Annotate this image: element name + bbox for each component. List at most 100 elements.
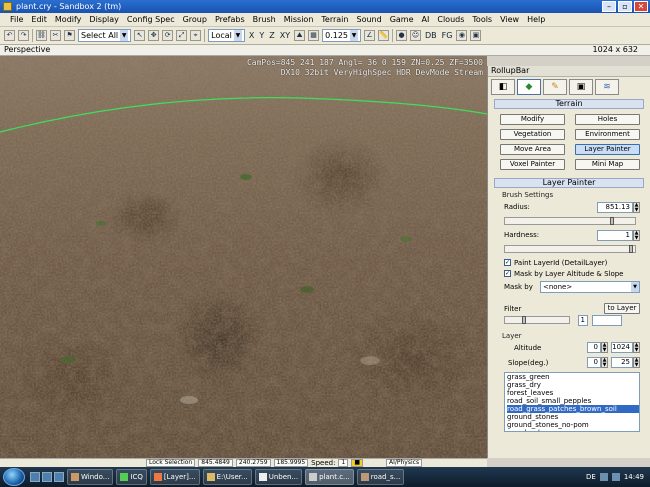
link-icon[interactable]: ⛓ bbox=[36, 30, 47, 41]
menu-tools[interactable]: Tools bbox=[468, 15, 496, 24]
tab-display[interactable]: ▣ bbox=[569, 79, 593, 95]
axis-x-button[interactable]: X bbox=[248, 31, 255, 40]
filter-icon[interactable]: ⚑ bbox=[64, 30, 75, 41]
move-area-button[interactable]: Move Area bbox=[500, 144, 565, 155]
explorer-icon[interactable] bbox=[54, 472, 64, 482]
holes-button[interactable]: Holes bbox=[575, 114, 640, 125]
terrain-snap-icon[interactable]: ⛰ bbox=[294, 30, 306, 41]
menu-mission[interactable]: Mission bbox=[280, 15, 318, 24]
menu-prefabs[interactable]: Prefabs bbox=[211, 15, 249, 24]
grid-icon[interactable]: ▦ bbox=[308, 30, 320, 41]
mask-altitude-checkbox-row[interactable]: ✓ Mask by Layer Altitude & Slope bbox=[488, 268, 650, 279]
menu-help[interactable]: Help bbox=[523, 15, 549, 24]
to-layer-button[interactable]: to Layer bbox=[604, 303, 640, 314]
select-filter-dropdown[interactable]: Select All ▼ bbox=[78, 29, 132, 42]
slider-thumb[interactable] bbox=[522, 316, 526, 324]
browser-icon[interactable] bbox=[42, 472, 52, 482]
menu-edit[interactable]: Edit bbox=[27, 15, 51, 24]
slope-min-spinner[interactable]: ▲ ▼ bbox=[601, 357, 608, 368]
list-item[interactable]: road_soil_small_pepples bbox=[507, 397, 639, 405]
hardness-slider[interactable] bbox=[504, 245, 636, 253]
list-item[interactable]: ground_stones_no-pom bbox=[507, 421, 639, 429]
task-sandbox[interactable]: plant.c... bbox=[305, 469, 354, 485]
task-icq[interactable]: ICQ bbox=[116, 469, 147, 485]
hardness-spinner[interactable]: ▲ ▼ bbox=[633, 229, 640, 241]
menu-file[interactable]: File bbox=[6, 15, 27, 24]
snap-icon[interactable]: ⌖ bbox=[190, 30, 202, 41]
menu-group[interactable]: Group bbox=[179, 15, 211, 24]
menu-ai[interactable]: AI bbox=[418, 15, 434, 24]
layer-painter-section-header[interactable]: Layer Painter bbox=[494, 178, 644, 188]
menu-view[interactable]: View bbox=[496, 15, 523, 24]
slider-thumb[interactable] bbox=[629, 245, 633, 253]
db-button[interactable]: DB bbox=[424, 31, 438, 40]
move-icon[interactable]: ✥ bbox=[148, 30, 160, 41]
mask-altitude-checkbox[interactable]: ✓ bbox=[504, 270, 511, 277]
x-coordinate[interactable]: 845.4849 bbox=[198, 459, 233, 467]
slope-min-input[interactable]: 0 bbox=[587, 357, 601, 368]
rotate-icon[interactable]: ⟳ bbox=[162, 30, 174, 41]
paint-layer-checkbox-row[interactable]: ✓ Paint LayerId (DetailLayer) bbox=[488, 257, 650, 268]
terrain-section-header[interactable]: Terrain bbox=[494, 99, 644, 109]
lock-selection-button[interactable]: Lock Selection bbox=[146, 459, 196, 467]
axis-xy-button[interactable]: XY bbox=[279, 31, 291, 40]
voxel-painter-button[interactable]: Voxel Painter bbox=[500, 159, 565, 170]
radius-spinner[interactable]: ▲ ▼ bbox=[633, 201, 640, 213]
filter-slider[interactable] bbox=[504, 316, 570, 324]
volume-icon[interactable] bbox=[611, 473, 620, 481]
layer-painter-button[interactable]: Layer Painter bbox=[575, 144, 640, 155]
filter-color-box[interactable] bbox=[592, 314, 622, 326]
list-item[interactable]: pepples_brown bbox=[507, 429, 639, 431]
axis-z-button[interactable]: Z bbox=[268, 31, 275, 40]
minimize-button[interactable]: – bbox=[602, 1, 616, 12]
list-item[interactable]: grass_green bbox=[507, 373, 639, 381]
z-coordinate[interactable]: 185.9995 bbox=[273, 459, 309, 467]
menu-modify[interactable]: Modify bbox=[51, 15, 86, 24]
tab-layers[interactable]: ≋ bbox=[595, 79, 619, 95]
altitude-max-spinner[interactable]: ▲ ▼ bbox=[633, 342, 640, 353]
tab-terrain[interactable]: ◆ bbox=[517, 79, 541, 95]
select-arrow-icon[interactable]: ↖ bbox=[134, 30, 146, 41]
hardness-input[interactable]: 1 bbox=[597, 229, 633, 241]
slope-max-spinner[interactable]: ▲ ▼ bbox=[633, 357, 640, 368]
camera-icon[interactable]: ▣ bbox=[470, 30, 482, 41]
unlink-icon[interactable]: ✂ bbox=[50, 30, 61, 41]
scale-icon[interactable]: ⤢ bbox=[176, 30, 188, 41]
vegetation-button[interactable]: Vegetation bbox=[500, 129, 565, 140]
network-icon[interactable] bbox=[599, 473, 608, 481]
task-explorer[interactable]: E:\User... bbox=[202, 469, 252, 485]
task-layer[interactable]: [Layer]... bbox=[149, 469, 200, 485]
mini-map-button[interactable]: Mini Map bbox=[575, 159, 640, 170]
fg-button[interactable]: FG bbox=[441, 31, 454, 40]
record-icon[interactable]: ◉ bbox=[456, 30, 468, 41]
angle-snap-icon[interactable]: ∠ bbox=[364, 30, 376, 41]
menu-display[interactable]: Display bbox=[85, 15, 123, 24]
radius-slider[interactable] bbox=[504, 217, 636, 225]
start-button[interactable] bbox=[3, 468, 25, 486]
menu-config-spec[interactable]: Config Spec bbox=[123, 15, 179, 24]
perspective-viewport[interactable]: CamPos=845 241 187 Angl= 36 0 159 ZN=0.2… bbox=[0, 56, 487, 458]
tab-modelling[interactable]: ✎ bbox=[543, 79, 567, 95]
y-coordinate[interactable]: 240.2759 bbox=[235, 459, 271, 467]
speed-input[interactable]: 1 bbox=[338, 459, 349, 467]
close-button[interactable]: ✕ bbox=[634, 1, 648, 12]
altitude-max-input[interactable]: 1024 bbox=[611, 342, 633, 353]
show-desktop-icon[interactable] bbox=[30, 472, 40, 482]
task-windows[interactable]: Windo... bbox=[67, 469, 114, 485]
redo-icon[interactable]: ↷ bbox=[18, 30, 29, 41]
menu-game[interactable]: Game bbox=[386, 15, 418, 24]
tab-objects[interactable]: ◧ bbox=[491, 79, 515, 95]
ai-physics-button[interactable]: AI/Physics bbox=[385, 459, 423, 467]
axis-y-button[interactable]: Y bbox=[258, 31, 265, 40]
layer-list[interactable]: grass_green grass_dry forest_leaves road… bbox=[504, 372, 640, 432]
undo-icon[interactable]: ↶ bbox=[4, 30, 15, 41]
ai-icon[interactable]: ☺ bbox=[410, 30, 422, 41]
ruler-icon[interactable]: 📏 bbox=[378, 30, 390, 41]
list-item[interactable]: forest_leaves bbox=[507, 389, 639, 397]
lock-icon[interactable]: ■ bbox=[351, 459, 363, 467]
menu-clouds[interactable]: Clouds bbox=[433, 15, 468, 24]
mask-by-dropdown[interactable]: <none> ▼ bbox=[540, 281, 640, 293]
clock[interactable]: 14:49 bbox=[624, 473, 644, 481]
language-indicator[interactable]: DE bbox=[586, 473, 596, 481]
maximize-button[interactable]: ▫ bbox=[618, 1, 632, 12]
